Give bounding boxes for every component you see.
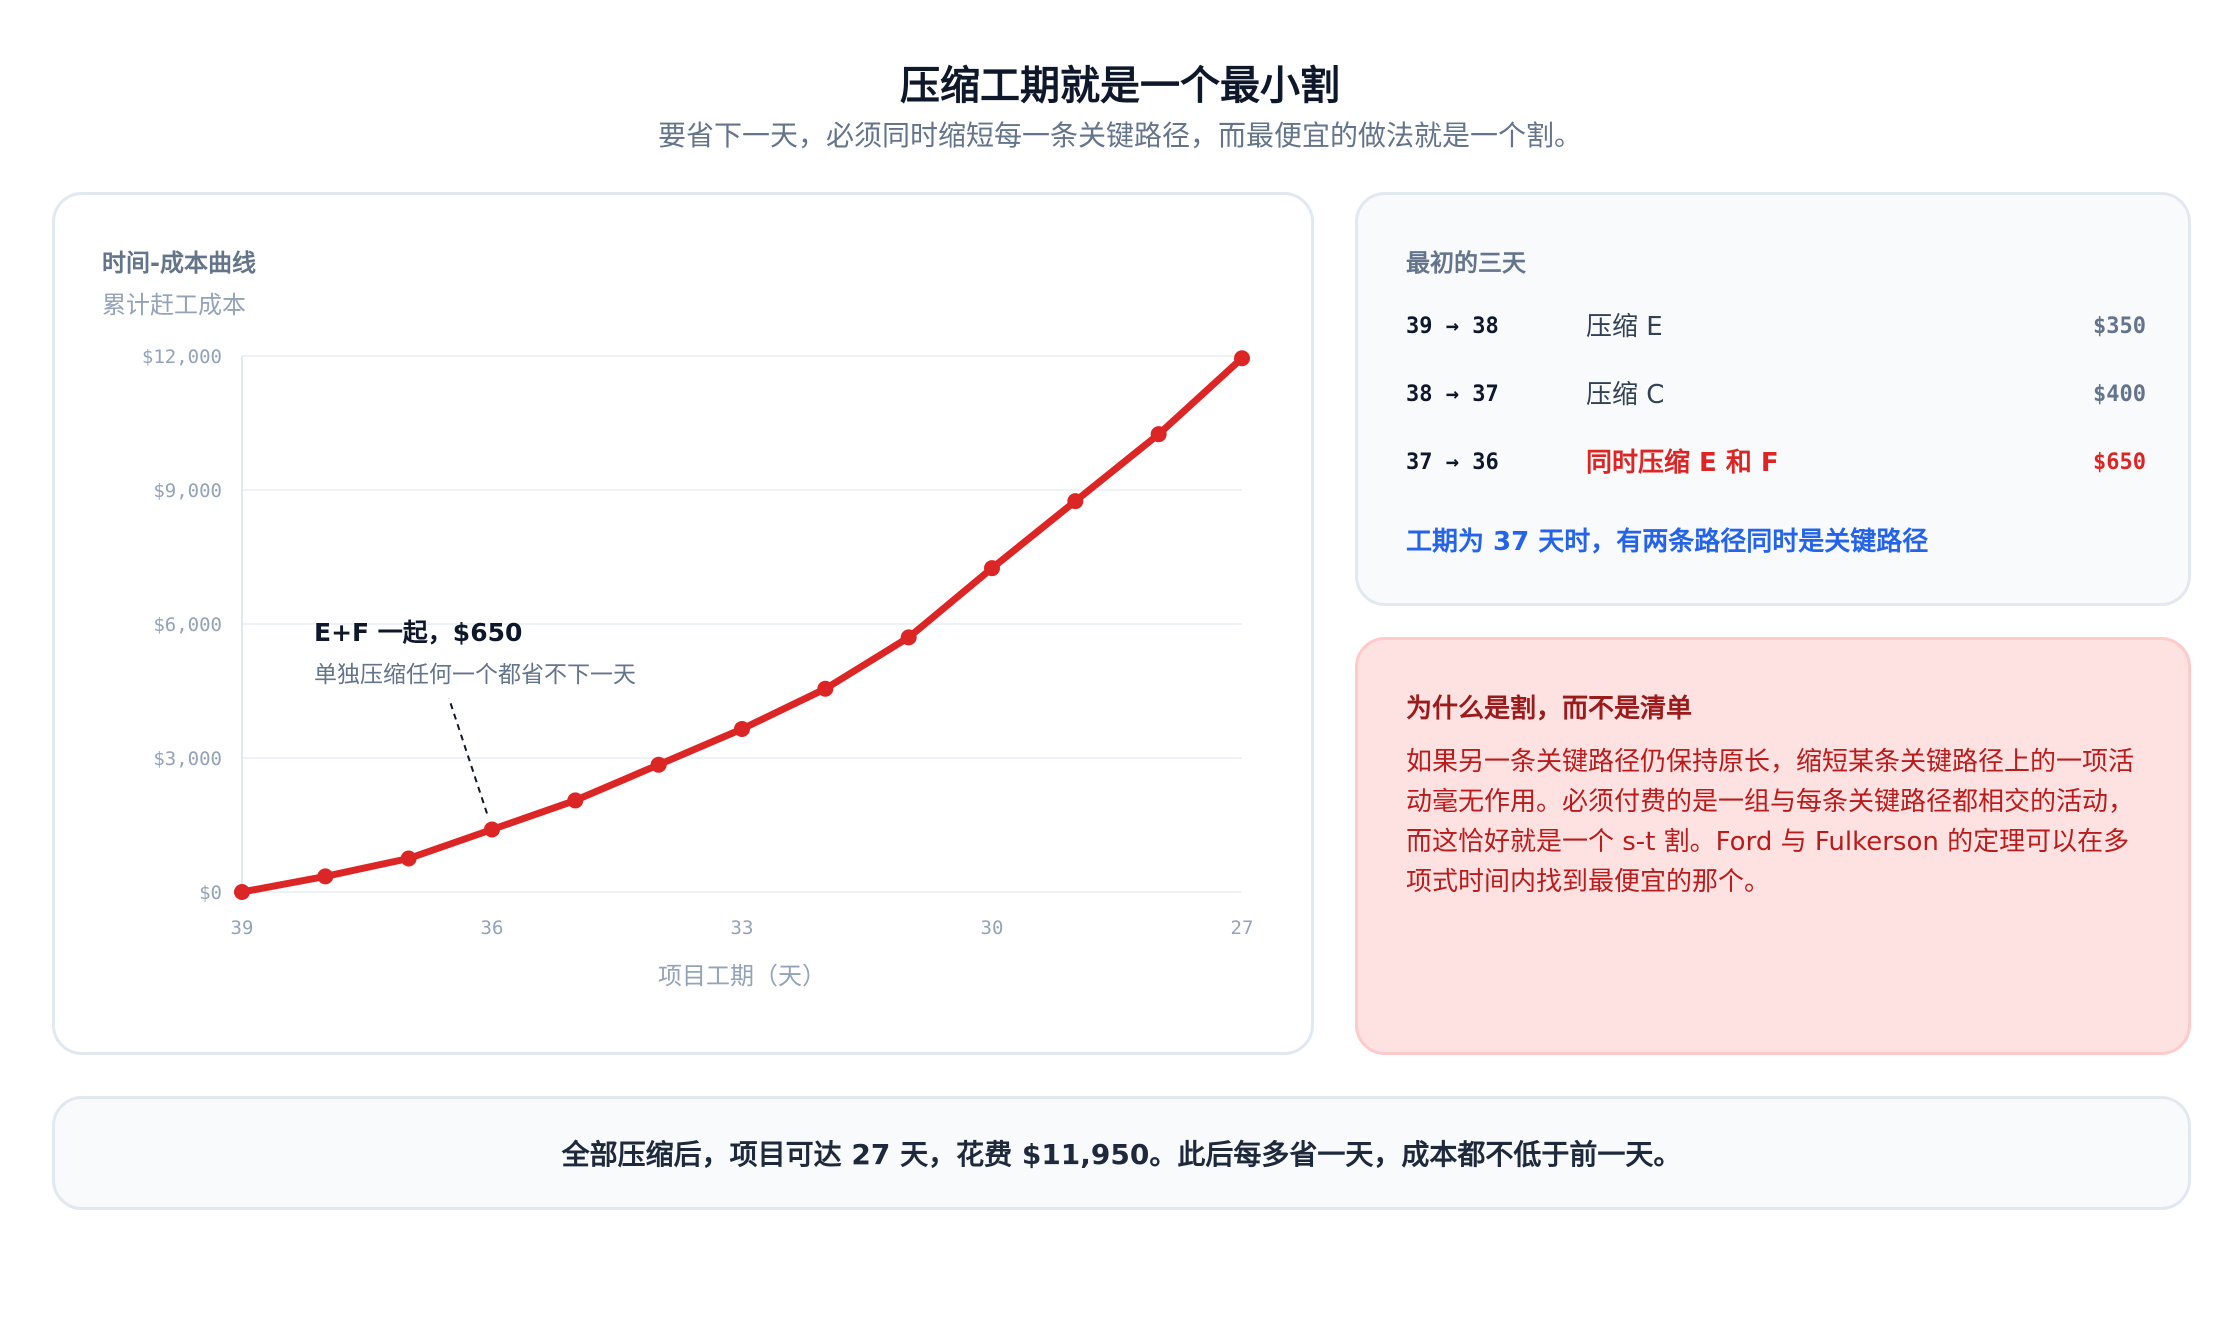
data-point [567,792,584,809]
data-point [1234,350,1250,367]
day-cost: $400 [2093,382,2146,407]
annotation-text: 单独压缩任何一个都省不下一天 [314,662,636,688]
day-range: 38 → 37 [1406,382,1499,407]
day-range: 37 → 36 [1406,450,1499,475]
day-action: 压缩 E [1586,312,1663,342]
y-tick-label: $3,000 [153,748,222,770]
day-range: 39 → 38 [1406,314,1499,339]
data-point [1150,426,1167,443]
day-row-highlight: 37 → 36 同时压缩 E 和 F $650 [1406,443,2146,483]
day-cost: $650 [2093,450,2146,475]
day-action: 压缩 C [1586,380,1665,410]
annotation-title: E+F 一起，$650 [314,618,522,647]
why-cut-body: 如果另一条关键路径仍保持原长，缩短某条关键路径上的一项活动毫无作用。必须付费的是… [1406,747,2135,897]
first-days-card: 最初的三天 39 → 38 压缩 E $350 38 → 37 压缩 C $40… [1355,192,2191,606]
data-point [1067,493,1084,510]
x-tick-label: 27 [1231,917,1254,939]
data-point [400,850,417,867]
header: 压缩工期就是一个最小割 要省下一天，必须同时缩短每一条关键路径，而最便宜的做法就… [0,56,2240,154]
day-row: 38 → 37 压缩 C $400 [1406,375,2146,415]
y-tick-label: $6,000 [153,614,222,636]
data-point [900,629,917,646]
x-tick-label: 39 [231,917,254,939]
why-cut-card: 为什么是割，而不是清单 如果另一条关键路径仍保持原长，缩短某条关键路径上的一项活… [1355,637,2191,1055]
data-point [317,868,334,885]
time-cost-chart: $0 $3,000 $6,000 $9,000 $12,000 39 36 33 30 27 项目工… [142,346,1254,990]
y-tick-label: $0 [199,882,222,904]
why-cut-heading: 为什么是割，而不是清单 [1406,694,1693,724]
page-title: 压缩工期就是一个最小割 [900,63,1340,109]
x-tick-label: 36 [481,917,504,939]
chart-card: 时间-成本曲线 累计赶工成本 $0 $3,000 $6,000 $9,000 $12,0… [52,192,1314,1055]
page-subtitle: 要省下一天，必须同时缩短每一条关键路径，而最便宜的做法就是一个割。 [657,119,1582,152]
day-cost: $350 [2093,314,2146,339]
data-point [817,680,834,697]
data-point [650,756,667,773]
annotation-leader [448,698,488,814]
y-tick-label: $12,000 [142,346,222,368]
day-row: 39 → 38 压缩 E $350 [1406,307,2146,347]
critical-paths-note: 工期为 37 天时，有两条路径同时是关键路径 [1406,527,1929,557]
data-point [734,720,750,737]
data-point [234,884,250,900]
y-tick-label: $9,000 [153,480,222,502]
day-action: 同时压缩 E 和 F [1586,448,1779,478]
data-point [484,821,500,838]
footer-card: 全部压缩后，项目可达 27 天，花费 $11,950。此后每多省一天，成本都不低… [52,1096,2191,1210]
x-tick-label: 33 [731,917,754,939]
x-axis-label: 项目工期（天） [658,962,826,990]
first-days-heading: 最初的三天 [1406,249,1526,277]
footer-text: 全部压缩后，项目可达 27 天，花费 $11,950。此后每多省一天，成本都不低… [561,1138,1682,1171]
x-tick-label: 30 [981,917,1004,939]
data-point [984,560,1000,577]
